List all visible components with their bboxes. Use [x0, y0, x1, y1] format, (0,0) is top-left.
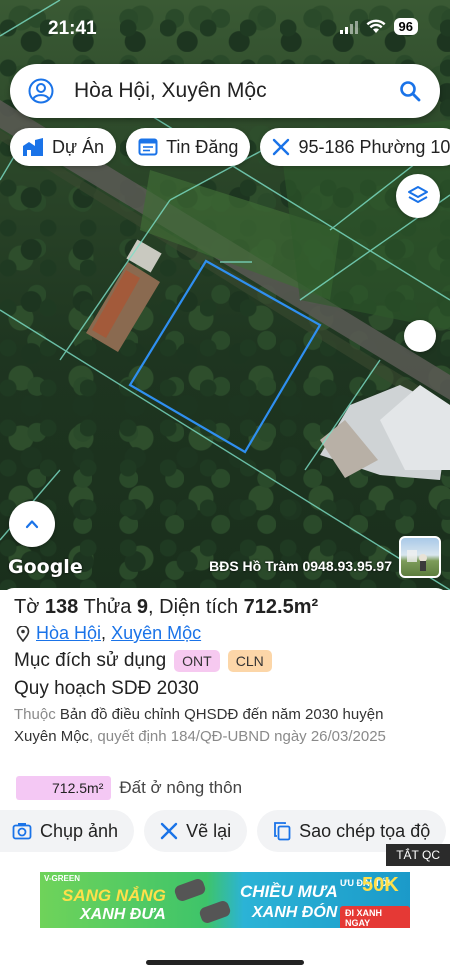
- label-thua: Thửa: [83, 596, 132, 618]
- ad-left-line1: SANG NẮNG: [62, 886, 166, 905]
- map-handle[interactable]: [404, 320, 436, 352]
- tag-ont: ONT: [174, 650, 220, 672]
- chip-label: Tin Đăng: [166, 136, 239, 157]
- label-to: Tờ: [14, 596, 40, 618]
- chip-label: Dự Án: [52, 136, 105, 157]
- sheet-number: 138: [44, 596, 79, 618]
- legend-area: 712.5m²: [16, 776, 112, 800]
- filter-chips: Dự Án Tin Đăng 95-186 Phường 10: [10, 128, 450, 166]
- district-link[interactable]: Xuyên Mộc: [111, 623, 201, 643]
- user-circle-icon[interactable]: [28, 78, 54, 104]
- layers-button[interactable]: [396, 174, 440, 218]
- chip-tin-dang[interactable]: Tin Đăng: [126, 128, 251, 166]
- tag-cln: CLN: [227, 650, 272, 672]
- close-ad-button[interactable]: TẮT QC: [386, 844, 450, 866]
- action-bar: Chụp ảnh Vẽ lại Sao chép tọa độ: [0, 810, 447, 852]
- ruler-icon: [160, 822, 178, 840]
- car-image: [173, 877, 207, 903]
- ad-brand: V-GREEN: [44, 874, 81, 883]
- parcel-heading: Tờ 138 Thửa 9, Diện tích 712.5m²: [14, 596, 318, 619]
- parcel-info-sheet: Tờ 138 Thửa 9, Diện tích 712.5m² Hòa Hội…: [0, 588, 450, 864]
- wifi-icon: [366, 19, 386, 33]
- redraw-button[interactable]: Vẽ lại: [144, 810, 248, 852]
- purpose-label: Mục đích sử dụng: [14, 650, 167, 671]
- separator: ,: [101, 623, 107, 643]
- desc-suffix: , quyết định 184/QĐ-UBND ngày 26/03/2025: [89, 728, 386, 745]
- ad-promo-cta: ĐI XANH NGAY: [340, 906, 410, 928]
- ad-left-line2: XANH ĐƯA: [80, 906, 166, 923]
- layers-icon: [408, 186, 428, 203]
- google-logo: Google: [8, 556, 83, 578]
- building-icon: [23, 138, 43, 156]
- search-bar[interactable]: Hòa Hội, Xuyên Mộc: [10, 64, 440, 118]
- ad-promo-value: 50K: [362, 874, 399, 896]
- map-watermark: BĐS Hồ Tràm 0948.93.95.97: [209, 558, 392, 574]
- car-image: [198, 899, 232, 925]
- parcel-location: Hòa Hội, Xuyên Mộc: [16, 623, 201, 644]
- copy-icon: [274, 822, 291, 841]
- street-view-thumbnail[interactable]: [399, 536, 441, 578]
- desc-prefix: Thuộc: [14, 706, 56, 723]
- home-indicator[interactable]: [146, 960, 304, 965]
- redraw-label: Vẽ lại: [186, 820, 232, 841]
- chip-label: 95-186 Phường 10: [298, 136, 450, 157]
- status-indicators: 96: [339, 18, 418, 35]
- ward-link[interactable]: Hòa Hội: [36, 623, 101, 643]
- chip-ruler-measure[interactable]: 95-186 Phường 10: [260, 128, 450, 166]
- legend-label: Đất ở nông thôn: [119, 778, 243, 797]
- plot-number: 9: [136, 596, 149, 618]
- battery-indicator: 96: [393, 18, 418, 35]
- ad-right-line1: CHIỀU MƯA: [240, 882, 338, 901]
- parcel-area: 712.5m²: [243, 596, 319, 618]
- plan-description: Thuộc Bản đồ điều chỉnh QHSDĐ đến năm 20…: [14, 704, 424, 748]
- copy-coordinates-label: Sao chép tọa độ: [299, 820, 431, 841]
- location-pin-icon: [16, 625, 30, 642]
- take-photo-button[interactable]: Chụp ảnh: [0, 810, 135, 852]
- listing-icon: [138, 138, 158, 156]
- label-area: Diện tích: [159, 596, 239, 618]
- ad-right-line2: XANH ĐÓN: [252, 904, 338, 921]
- land-use-legend: 712.5m² Đất ở nông thôn: [16, 776, 242, 800]
- search-icon[interactable]: [398, 79, 422, 103]
- search-input[interactable]: Hòa Hội, Xuyên Mộc: [74, 79, 398, 103]
- ruler-icon: [273, 138, 290, 156]
- street-view-image: [407, 550, 427, 571]
- take-photo-label: Chụp ảnh: [40, 820, 119, 841]
- status-time: 21:41: [48, 18, 97, 39]
- separator: ,: [148, 596, 154, 618]
- plan-title: Quy hoạch SDĐ 2030: [14, 678, 199, 699]
- cellular-signal-icon: [339, 20, 358, 34]
- expand-sheet-button[interactable]: [9, 501, 55, 547]
- camera-icon: [12, 823, 32, 840]
- chip-du-an[interactable]: Dự Án: [10, 128, 117, 166]
- land-use-purpose: Mục đích sử dụng ONT CLN: [14, 650, 272, 672]
- ad-banner[interactable]: V-GREEN SANG NẮNG XANH ĐƯA CHIỀU MƯA XAN…: [40, 872, 410, 928]
- chevron-up-icon: [25, 520, 39, 529]
